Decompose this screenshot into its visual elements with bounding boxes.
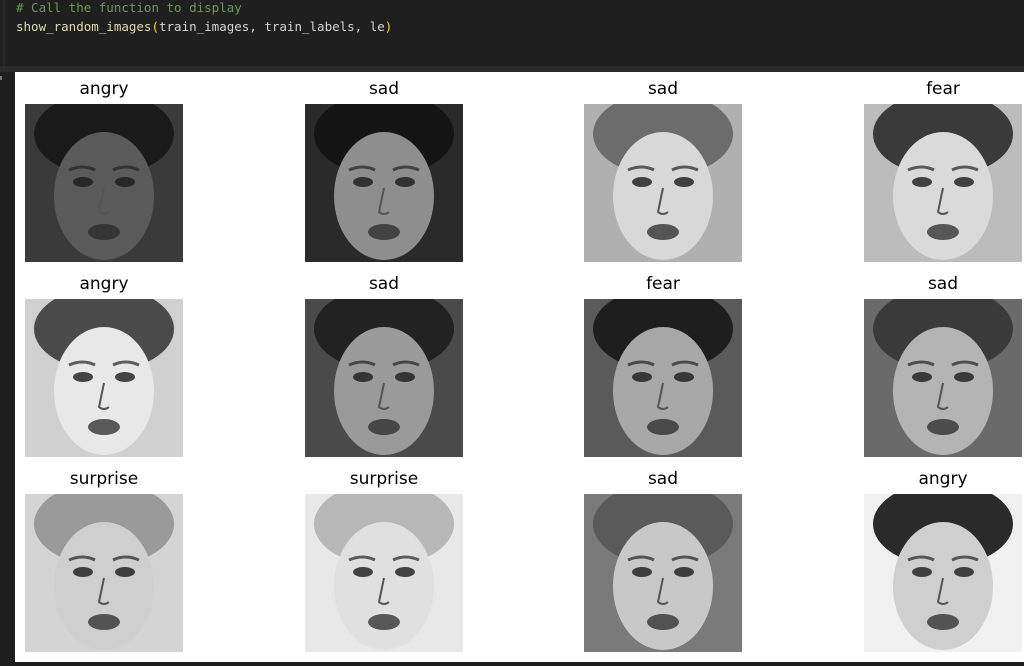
face-image	[25, 494, 183, 652]
cell-gutter	[3, 0, 5, 66]
face-image	[864, 104, 1022, 262]
code-arguments: train_images, train_labels, le	[159, 19, 385, 34]
face-image	[25, 104, 183, 262]
face-image	[305, 104, 463, 262]
image-label: sad	[368, 274, 400, 294]
image-label: sad	[927, 274, 959, 294]
image-label: angry	[79, 79, 129, 99]
face-image	[305, 299, 463, 457]
face-image	[305, 494, 463, 652]
code-cell[interactable]: # Call the function to display show_rand…	[0, 0, 1024, 66]
code-editor[interactable]: # Call the function to display show_rand…	[16, 0, 392, 36]
code-open-paren: (	[151, 19, 159, 34]
code-close-paren: )	[384, 19, 393, 34]
image-label: angry	[918, 469, 968, 489]
code-function-name: show_random_images	[16, 19, 152, 34]
image-label: fear	[646, 274, 680, 294]
image-label: sad	[647, 79, 679, 99]
face-image	[25, 299, 183, 457]
face-image	[864, 494, 1022, 652]
face-image	[584, 299, 742, 457]
face-image	[584, 104, 742, 262]
output-bottom-border	[0, 662, 1024, 666]
image-label: fear	[926, 79, 960, 99]
image-label: surprise	[349, 469, 419, 489]
image-label: sad	[647, 469, 679, 489]
face-image	[584, 494, 742, 652]
code-comment: # Call the function to display	[16, 0, 242, 15]
image-label: angry	[79, 274, 129, 294]
image-label: sad	[368, 79, 400, 99]
cell-output: angry sad sad fear angry sad fear sad surprise su…	[15, 72, 1024, 662]
face-image	[864, 299, 1022, 457]
image-label: surprise	[69, 469, 139, 489]
